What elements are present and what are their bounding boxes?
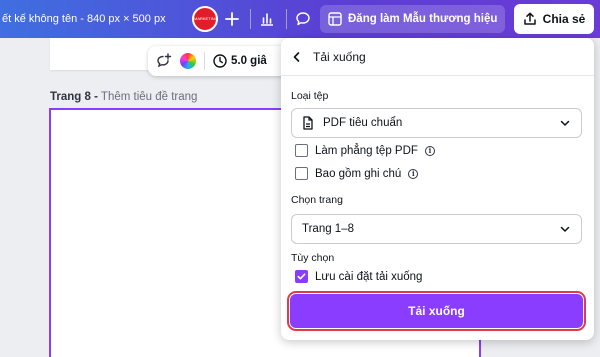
page-duration-value: 5.0 giâ	[231, 55, 267, 67]
select-pages-dropdown[interactable]: Trang 1–8	[291, 214, 582, 244]
comment-icon	[296, 12, 310, 26]
share-label: Chia sẻ	[542, 12, 586, 26]
file-type-label: Loại tệp	[291, 90, 329, 102]
chevron-down-icon	[560, 226, 570, 232]
check-icon	[297, 273, 306, 280]
comments-button[interactable]	[289, 5, 317, 33]
toolbar-divider	[286, 9, 287, 29]
options-label: Tùy chọn	[291, 252, 335, 264]
publish-template-button[interactable]: Đăng làm Mẫu thương hiệu	[320, 5, 506, 33]
flatten-pdf-label: Làm phẳng tệp PDF	[315, 144, 418, 157]
download-button-label: Tải xuống	[408, 304, 465, 318]
insights-button[interactable]	[253, 5, 281, 33]
avatar[interactable]: MARKETING	[192, 6, 218, 32]
include-notes-option[interactable]: Bao gồm ghi chú i	[295, 167, 419, 180]
save-settings-checkbox[interactable]	[295, 270, 308, 283]
file-icon	[303, 116, 313, 130]
add-collaborator-button[interactable]	[218, 5, 246, 33]
panel-header: Tải xuống	[281, 38, 594, 76]
back-arrow-icon[interactable]	[291, 51, 303, 63]
file-type-select[interactable]: PDF tiêu chuẩn	[291, 108, 582, 138]
save-settings-label: Lưu cài đặt tải xuống	[315, 270, 423, 283]
publish-template-label: Đăng làm Mẫu thương hiệu	[348, 13, 498, 25]
share-button[interactable]: Chia sẻ	[514, 4, 594, 34]
toolbar-divider	[250, 9, 251, 29]
share-upload-icon	[523, 12, 536, 25]
include-notes-label: Bao gồm ghi chú	[315, 167, 402, 180]
page-duration-button[interactable]: 5.0 giâ	[213, 54, 267, 68]
download-panel: Tải xuống Loại tệp PDF tiêu chuẩn Làm ph…	[281, 38, 594, 340]
document-title[interactable]: ết kế không tên - 840 px × 500 px	[0, 0, 166, 38]
bar-chart-icon	[261, 13, 273, 26]
page-number: Trang 8 -	[50, 91, 98, 103]
flatten-pdf-option[interactable]: Làm phẳng tệp PDF i	[295, 144, 435, 157]
download-button[interactable]: Tải xuống	[287, 291, 586, 331]
flatten-pdf-checkbox[interactable]	[295, 144, 308, 157]
page-floating-toolbar: 5.0 giâ	[148, 46, 288, 76]
info-icon[interactable]: i	[408, 168, 419, 179]
save-settings-option[interactable]: Lưu cài đặt tải xuống	[295, 270, 422, 283]
file-type-value: PDF tiêu chuẩn	[323, 117, 403, 129]
template-icon	[328, 12, 342, 26]
clock-icon	[213, 54, 227, 68]
panel-title: Tải xuống	[313, 49, 366, 64]
include-notes-checkbox[interactable]	[295, 167, 308, 180]
info-icon[interactable]: i	[424, 145, 435, 156]
add-comment-icon[interactable]	[156, 53, 172, 69]
color-wheel-icon[interactable]	[180, 53, 196, 69]
chevron-down-icon	[560, 120, 570, 126]
top-bar: ết kế không tên - 840 px × 500 px MARKET…	[0, 0, 600, 38]
plus-icon	[225, 12, 239, 26]
select-pages-label: Chọn trang	[291, 194, 343, 206]
page-title[interactable]: Trang 8 - Thêm tiêu đề trang	[50, 91, 197, 103]
page-title-placeholder: Thêm tiêu đề trang	[97, 91, 198, 103]
select-pages-value: Trang 1–8	[302, 223, 354, 235]
toolbar-separator	[204, 52, 205, 70]
